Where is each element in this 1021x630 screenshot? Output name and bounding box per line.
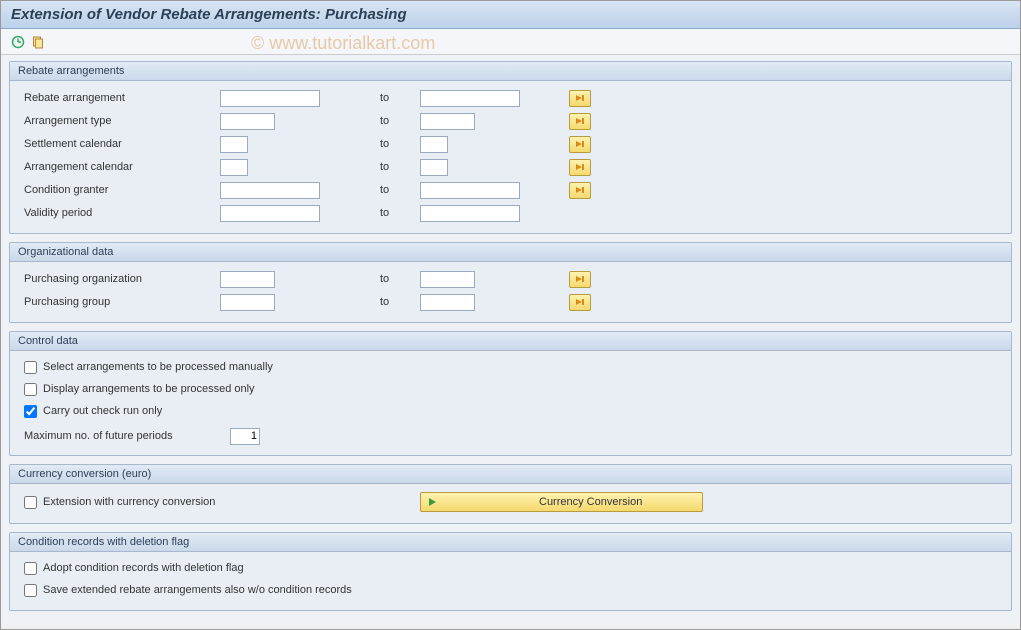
page-title: Extension of Vendor Rebate Arrangements:… <box>1 1 1020 29</box>
row-arrangement-calendar: Arrangement calendar to <box>20 156 1001 178</box>
multiple-selection-button[interactable] <box>569 271 591 288</box>
field-label: Condition granter <box>20 184 220 196</box>
settlement-calendar-from-input[interactable] <box>220 136 248 153</box>
group-control-data: Control data Select arrangements to be p… <box>9 331 1012 456</box>
field-label: Rebate arrangement <box>20 92 220 104</box>
group-organizational-data: Organizational data Purchasing organizat… <box>9 242 1012 323</box>
toolbar <box>1 29 1020 55</box>
to-label: to <box>360 115 420 127</box>
condition-granter-from-input[interactable] <box>220 182 320 199</box>
to-label: to <box>360 207 420 219</box>
row-arrangement-type: Arrangement type to <box>20 110 1001 132</box>
multiple-selection-button[interactable] <box>569 182 591 199</box>
group-deletion-flag: Condition records with deletion flag Ado… <box>9 532 1012 611</box>
adopt-deletion-checkbox[interactable] <box>24 562 37 575</box>
field-label: Validity period <box>20 207 220 219</box>
to-label: to <box>360 161 420 173</box>
row-rebate-arrangement: Rebate arrangement to <box>20 87 1001 109</box>
group-currency-conversion: Currency conversion (euro) Extension wit… <box>9 464 1012 524</box>
execute-button[interactable] <box>9 33 27 51</box>
to-label: to <box>360 296 420 308</box>
checkbox-label: Save extended rebate arrangements also w… <box>43 584 352 596</box>
group-rebate-arrangements: Rebate arrangements Rebate arrangement t… <box>9 61 1012 234</box>
check-check-run: Carry out check run only <box>20 401 1001 421</box>
checkbox-label: Carry out check run only <box>43 405 162 417</box>
multiple-selection-button[interactable] <box>569 113 591 130</box>
check-run-checkbox[interactable] <box>24 405 37 418</box>
check-save-extended: Save extended rebate arrangements also w… <box>20 580 1001 600</box>
condition-granter-to-input[interactable] <box>420 182 520 199</box>
max-periods-input[interactable] <box>230 428 260 445</box>
row-max-periods: Maximum no. of future periods <box>20 425 1001 447</box>
select-manual-checkbox[interactable] <box>24 361 37 374</box>
arrow-right-icon <box>427 496 439 508</box>
to-label: to <box>360 184 420 196</box>
row-condition-granter: Condition granter to <box>20 179 1001 201</box>
content-area: Rebate arrangements Rebate arrangement t… <box>1 55 1020 625</box>
to-label: to <box>360 138 420 150</box>
purchasing-group-from-input[interactable] <box>220 294 275 311</box>
group-header: Rebate arrangements <box>10 62 1011 81</box>
validity-period-from-input[interactable] <box>220 205 320 222</box>
purchasing-org-to-input[interactable] <box>420 271 475 288</box>
group-header: Organizational data <box>10 243 1011 262</box>
purchasing-org-from-input[interactable] <box>220 271 275 288</box>
row-settlement-calendar: Settlement calendar to <box>20 133 1001 155</box>
rebate-arrangement-from-input[interactable] <box>220 90 320 107</box>
group-header: Currency conversion (euro) <box>10 465 1011 484</box>
checkbox-label: Adopt condition records with deletion fl… <box>43 562 244 574</box>
checkbox-label: Select arrangements to be processed manu… <box>43 361 273 373</box>
currency-conversion-checkbox[interactable] <box>24 496 37 509</box>
purchasing-group-to-input[interactable] <box>420 294 475 311</box>
field-label: Purchasing organization <box>20 273 220 285</box>
row-purchasing-group: Purchasing group to <box>20 291 1001 313</box>
field-label: Settlement calendar <box>20 138 220 150</box>
to-label: to <box>360 273 420 285</box>
rebate-arrangement-to-input[interactable] <box>420 90 520 107</box>
field-label: Maximum no. of future periods <box>20 430 230 442</box>
field-label: Arrangement type <box>20 115 220 127</box>
validity-period-to-input[interactable] <box>420 205 520 222</box>
arrangement-type-from-input[interactable] <box>220 113 275 130</box>
settlement-calendar-to-input[interactable] <box>420 136 448 153</box>
row-currency: Extension with currency conversion Curre… <box>20 490 1001 514</box>
multiple-selection-button[interactable] <box>569 294 591 311</box>
button-label: Currency Conversion <box>539 496 642 508</box>
save-extended-checkbox[interactable] <box>24 584 37 597</box>
multiple-selection-button[interactable] <box>569 159 591 176</box>
field-label: Arrangement calendar <box>20 161 220 173</box>
group-header: Condition records with deletion flag <box>10 533 1011 552</box>
get-variant-button[interactable] <box>29 33 47 51</box>
currency-conversion-button[interactable]: Currency Conversion <box>420 492 703 512</box>
multiple-selection-button[interactable] <box>569 90 591 107</box>
row-validity-period: Validity period to <box>20 202 1001 224</box>
arrangement-calendar-to-input[interactable] <box>420 159 448 176</box>
check-display-only: Display arrangements to be processed onl… <box>20 379 1001 399</box>
checkbox-label: Display arrangements to be processed onl… <box>43 383 255 395</box>
check-select-manual: Select arrangements to be processed manu… <box>20 357 1001 377</box>
arrangement-type-to-input[interactable] <box>420 113 475 130</box>
row-purchasing-org: Purchasing organization to <box>20 268 1001 290</box>
check-adopt: Adopt condition records with deletion fl… <box>20 558 1001 578</box>
checkbox-label: Extension with currency conversion <box>43 496 215 508</box>
field-label: Purchasing group <box>20 296 220 308</box>
to-label: to <box>360 92 420 104</box>
multiple-selection-button[interactable] <box>569 136 591 153</box>
arrangement-calendar-from-input[interactable] <box>220 159 248 176</box>
display-only-checkbox[interactable] <box>24 383 37 396</box>
group-header: Control data <box>10 332 1011 351</box>
